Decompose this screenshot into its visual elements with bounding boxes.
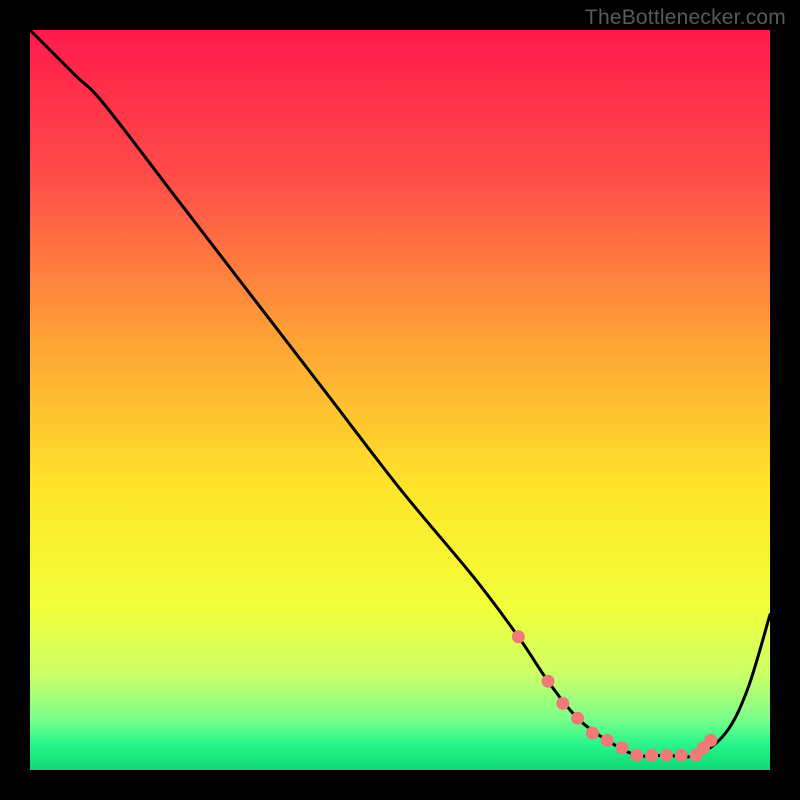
highlight-dot xyxy=(616,741,629,754)
highlight-dot xyxy=(645,749,658,762)
highlight-dot xyxy=(630,749,643,762)
highlight-dot xyxy=(542,675,555,688)
gradient-background xyxy=(30,30,770,770)
attribution-text: TheBottlenecker.com xyxy=(585,6,786,30)
highlight-dot xyxy=(704,734,717,747)
highlight-dot xyxy=(556,697,569,710)
highlight-dot xyxy=(571,712,584,725)
highlight-dot xyxy=(512,630,525,643)
highlight-dot xyxy=(601,734,614,747)
chart-stage: TheBottlenecker.com xyxy=(0,0,800,800)
highlight-dot xyxy=(660,749,673,762)
plot-area xyxy=(30,30,770,770)
highlight-dot xyxy=(586,727,599,740)
highlight-dot xyxy=(675,749,688,762)
plot-svg xyxy=(30,30,770,770)
